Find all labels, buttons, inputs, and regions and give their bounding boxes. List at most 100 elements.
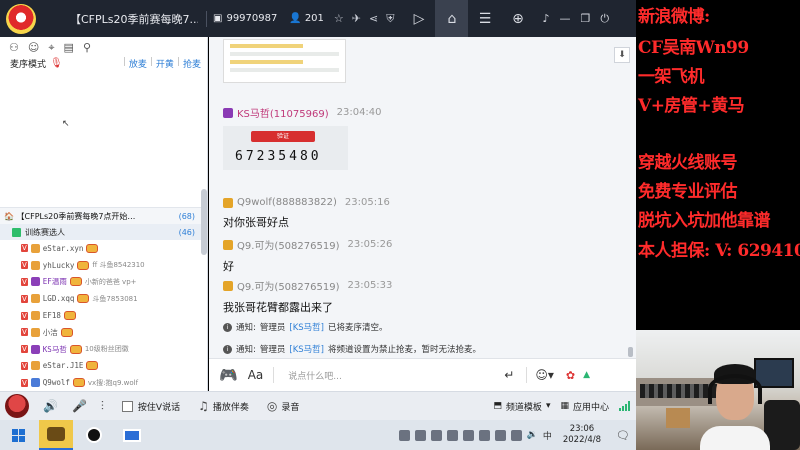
taskbar-app-yy[interactable] (39, 420, 73, 450)
avatar[interactable] (5, 394, 29, 418)
user-list-item[interactable]: VeStar.xyn (20, 240, 207, 257)
record-label[interactable]: 录音 (281, 400, 299, 413)
panel-toolbar: ⚇ ☺ ⌖ ▤ ⚲ (0, 37, 207, 55)
chat-message: KS马哲(11075969) 23:04:40 验证 67235480 (223, 105, 382, 170)
user-list-item[interactable]: VeStar.J1E (20, 358, 207, 375)
notice-user[interactable]: [KS马哲] (289, 321, 324, 333)
grid-icon[interactable]: ▦ (560, 401, 569, 411)
star-icon[interactable]: ☆ (334, 12, 344, 25)
share-icon[interactable]: ⋖ (369, 12, 378, 25)
video-icon[interactable]: ▷ (402, 0, 435, 37)
tray-icon[interactable] (398, 429, 410, 441)
subchannel-row[interactable]: 训练赛选人 (46) (0, 224, 207, 240)
push-to-talk-checkbox[interactable] (121, 400, 133, 412)
search-icon[interactable]: ⚲ (83, 41, 91, 55)
minimize-icon[interactable]: — (560, 12, 571, 25)
emoji-icon[interactable]: ☺▾ (535, 368, 554, 382)
mute-icon[interactable]: ♪ (542, 12, 549, 25)
chat-area: ⬇ KS马哲(11075969) 23:04:40 验证 67235480 Q9… (209, 37, 636, 358)
user-icon[interactable]: ⚇ (9, 41, 19, 55)
shield-icon[interactable]: ⛨ (386, 12, 394, 26)
chat-message: Q9wolf(888883822) 23:05:16 对你张哥好点 (223, 197, 390, 230)
music-icon[interactable]: ♫ (198, 399, 209, 413)
tray-icon[interactable] (494, 429, 506, 441)
accompaniment-label[interactable]: 播放伴奏 (213, 400, 249, 413)
home-icon[interactable]: ⌂ (435, 0, 469, 37)
push-to-talk-label[interactable]: 按住V说话 (138, 400, 180, 413)
user-list-item[interactable]: V LGD.xqq 斗鱼7853081 (20, 290, 207, 307)
sender-name[interactable]: Q9.可为(508276519) (237, 237, 339, 252)
volume-icon[interactable]: 🔉 (527, 430, 538, 440)
scroll-down-icon[interactable]: ⬇ (614, 47, 630, 63)
divider (526, 367, 528, 383)
chat-image-thumb[interactable] (223, 39, 346, 83)
equalizer-icon[interactable]: ⫶ (101, 399, 104, 414)
tray-icon[interactable] (446, 429, 458, 441)
taskbar-app-obs[interactable] (77, 420, 111, 450)
member-scrollbar[interactable] (201, 189, 207, 255)
window-controls: ♪ — ❐ ⏻ (542, 12, 609, 26)
user-list-item[interactable]: V KS马哲 10级粉丝团徽 (20, 341, 207, 358)
ime-icon[interactable]: 中 (543, 429, 552, 442)
location-icon[interactable]: ⌖ (48, 41, 54, 55)
system-notice: i 通知: 管理员 [KS马哲] 已将麦序清空。 (223, 321, 388, 333)
room-row[interactable]: 🏠 【CFPLs20季前赛每晚7点开始… (68) (0, 207, 207, 224)
tray-icon[interactable] (510, 429, 522, 441)
vip-badge-icon: V (21, 361, 28, 370)
plane-icon[interactable]: ✈ (352, 12, 361, 25)
enter-icon[interactable]: ↵ (504, 368, 514, 382)
open-link[interactable]: 开黄 (156, 57, 174, 70)
clock[interactable]: 23:06 2022/4/8 (563, 424, 601, 446)
chevron-down-icon[interactable]: ▾ (546, 401, 551, 411)
microphone-icon[interactable]: 🎤 (72, 399, 87, 413)
verify-button[interactable]: 验证 (251, 131, 315, 142)
tray-icon[interactable] (478, 429, 490, 441)
friends-icon[interactable]: ☺ (28, 41, 39, 55)
tray-icon[interactable] (462, 429, 474, 441)
app-window: 【CFPLs20季前赛每晚7... ▣ 99970987 👤 201 ☆ ✈ ⋖… (0, 0, 800, 450)
list-icon[interactable]: ☰ (468, 0, 501, 37)
notification-icon[interactable]: 🗨 (616, 429, 630, 442)
gamepad-icon[interactable]: ⊕ (501, 0, 534, 37)
board-icon[interactable]: ▤ (64, 41, 74, 55)
grab-mic-link[interactable]: 抢麦 (183, 57, 201, 70)
mic-muted-icon[interactable]: 🎙 (50, 58, 63, 69)
mic-mode-label[interactable]: 麦序模式 (10, 57, 46, 70)
template-icon[interactable]: ⬒ (493, 401, 502, 411)
gamepad-icon[interactable]: 🎮 (219, 366, 238, 384)
subchannel-name: 训练赛选人 (25, 227, 65, 237)
template-button[interactable]: 频道模板 (506, 400, 542, 413)
sender-name[interactable]: Q9wolf(888883822) (237, 197, 337, 208)
user-list-item[interactable]: V 小洁 (20, 324, 207, 341)
chat-input-bar: 🎮 Aa 说点什么吧... ↵ ☺▾ ✿ ▲ (209, 358, 636, 391)
badge-icon (60, 327, 73, 337)
tray-icon[interactable] (430, 429, 442, 441)
cursor-icon: ↖ (62, 119, 70, 129)
user-name: eStar.J1E (42, 361, 84, 371)
tray-icon[interactable] (414, 429, 426, 441)
user-list-item[interactable]: V EF18 (20, 307, 207, 324)
role-icon (30, 378, 40, 388)
app-center-button[interactable]: 应用中心 (573, 400, 609, 413)
speaker-icon[interactable]: 🔊 (43, 399, 58, 413)
user-list-item[interactable]: V Q9wolf vx搜:抱q9.wolf (20, 374, 207, 391)
notice-user[interactable]: [KS马哲] (289, 343, 324, 355)
record-icon[interactable]: ◎ (267, 399, 277, 413)
release-mic-link[interactable]: 放麦 (129, 57, 147, 70)
sender-name[interactable]: KS马哲(11075969) (237, 105, 329, 120)
stream-overlay-text: 新浪微博: CF吴南Wn99 一架飞机 V+房管+黄马 穿越火线账号 免费专业评估 脱坑入坑… (636, 0, 800, 330)
windows-start-icon[interactable] (12, 428, 25, 442)
expand-icon[interactable]: ▲ (583, 370, 590, 380)
font-icon[interactable]: Aa (248, 368, 264, 382)
restore-icon[interactable]: ❐ (581, 12, 591, 25)
user-list-item[interactable]: V EF温雨 小新的爸爸 vp+ (20, 274, 207, 291)
chat-input[interactable]: 说点什么吧... (288, 369, 498, 382)
taskbar-app-window[interactable] (115, 420, 149, 450)
flower-icon[interactable]: ✿ (566, 369, 575, 382)
power-icon[interactable]: ⏻ (600, 12, 609, 26)
user-list-item[interactable]: VyhLucky ff 斗鱼8542310 (20, 257, 207, 274)
room-title[interactable]: 【CFPLs20季前赛每晚7... (70, 11, 198, 27)
sender-name[interactable]: Q9.可为(508276519) (237, 278, 339, 293)
chat-scrollbar[interactable] (628, 347, 633, 357)
message-text: 我张哥花臂都露出来了 (223, 301, 333, 314)
